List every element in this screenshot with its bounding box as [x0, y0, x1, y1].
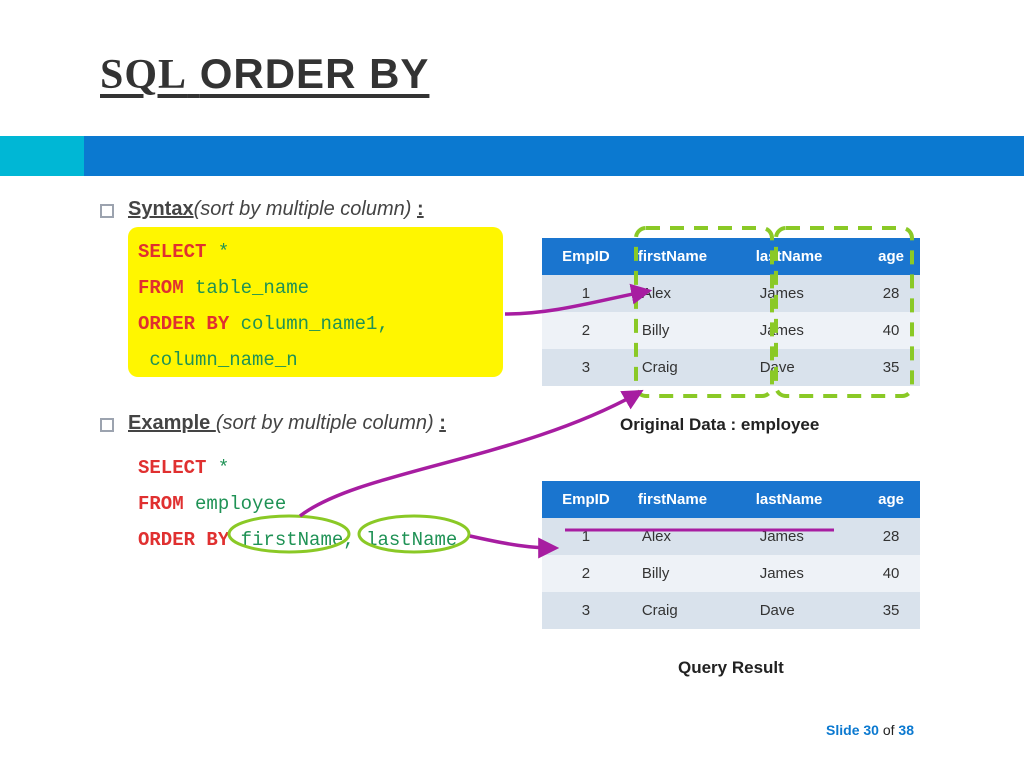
result-header-empid: EmpID	[542, 481, 630, 518]
result-header-lastname: lastName	[748, 481, 862, 518]
result-table-caption: Query Result	[678, 658, 784, 678]
title-divider-blue	[0, 136, 1024, 176]
original-cell: 40	[862, 312, 920, 349]
code-id-star: *	[218, 241, 229, 263]
original-cell: James	[748, 275, 862, 312]
title-rest: ORDER BY	[200, 50, 430, 97]
code-id-table: table_name	[195, 277, 309, 299]
original-header-age: age	[862, 238, 920, 275]
result-cell: James	[748, 518, 862, 555]
syntax-heading-bold: Syntax	[128, 198, 194, 220]
example-code: SELECT * FROM employee ORDER BY firstNam…	[138, 450, 457, 558]
original-header-empid: EmpID	[542, 238, 630, 275]
original-row: 2BillyJames40	[542, 312, 920, 349]
example-heading-row: Example (sort by multiple column) :	[100, 412, 446, 435]
result-cell: Craig	[630, 592, 748, 629]
result-header-firstname: firstName	[630, 481, 748, 518]
result-header-age: age	[862, 481, 920, 518]
syntax-heading-colon: :	[417, 198, 424, 220]
original-cell: 35	[862, 349, 920, 386]
ex-kw-select: SELECT	[138, 457, 218, 479]
example-heading-italic: (sort by multiple column)	[216, 412, 439, 434]
syntax-heading-italic: (sort by multiple column)	[194, 198, 417, 220]
code-id-coln: column_name_n	[138, 349, 298, 371]
ex-id-firstname: firstName	[241, 529, 344, 551]
original-cell: Billy	[630, 312, 748, 349]
ex-kw-from: FROM	[138, 493, 195, 515]
footer-total: 38	[898, 722, 914, 738]
page-number: Slide 30 of 38	[826, 722, 914, 738]
example-heading: Example (sort by multiple column) :	[128, 412, 446, 435]
title-prefix: SQL	[100, 52, 187, 98]
original-data-table: EmpIDfirstNamelastNameage1AlexJames282Bi…	[542, 238, 920, 386]
query-result-table: EmpIDfirstNamelastNameage1AlexJames282Bi…	[542, 481, 920, 629]
bullet-example	[100, 418, 114, 432]
result-cell: 40	[862, 555, 920, 592]
original-row: 3CraigDave35	[542, 349, 920, 386]
result-row: 1AlexJames28	[542, 518, 920, 555]
original-cell: Dave	[748, 349, 862, 386]
example-heading-bold: Example	[128, 412, 216, 434]
result-cell: 1	[542, 518, 630, 555]
syntax-code: SELECT * FROM table_name ORDER BY column…	[138, 234, 389, 378]
footer-of: of	[879, 722, 898, 738]
ex-id-employee: employee	[195, 493, 286, 515]
code-id-col1: column_name1,	[241, 313, 389, 335]
original-cell: 28	[862, 275, 920, 312]
original-header-firstname: firstName	[630, 238, 748, 275]
original-cell: 2	[542, 312, 630, 349]
page-title: SQL ORDER BY	[100, 50, 429, 99]
result-cell: Alex	[630, 518, 748, 555]
result-cell: Billy	[630, 555, 748, 592]
original-cell: James	[748, 312, 862, 349]
result-cell: 35	[862, 592, 920, 629]
syntax-heading-row: Syntax(sort by multiple column) :	[100, 198, 424, 221]
original-cell: Alex	[630, 275, 748, 312]
result-row: 3CraigDave35	[542, 592, 920, 629]
code-kw-from: FROM	[138, 277, 195, 299]
syntax-heading: Syntax(sort by multiple column) :	[128, 198, 424, 221]
title-divider-cyan	[0, 136, 84, 176]
code-kw-orderby: ORDER BY	[138, 313, 241, 335]
example-heading-colon: :	[439, 412, 446, 434]
ex-id-lastname: lastName	[366, 529, 457, 551]
slide: SQL ORDER BY Syntax(sort by multiple col…	[0, 0, 1024, 768]
result-cell: James	[748, 555, 862, 592]
ex-sep: ,	[343, 529, 366, 551]
code-kw-select: SELECT	[138, 241, 218, 263]
result-row: 2BillyJames40	[542, 555, 920, 592]
footer-slide: Slide 30	[826, 722, 879, 738]
result-cell: 3	[542, 592, 630, 629]
original-cell: 1	[542, 275, 630, 312]
bullet-syntax	[100, 204, 114, 218]
ex-kw-orderby: ORDER BY	[138, 529, 241, 551]
original-table-caption: Original Data : employee	[620, 415, 819, 435]
original-header-lastname: lastName	[748, 238, 862, 275]
original-row: 1AlexJames28	[542, 275, 920, 312]
result-cell: 28	[862, 518, 920, 555]
result-cell: Dave	[748, 592, 862, 629]
original-cell: 3	[542, 349, 630, 386]
original-cell: Craig	[630, 349, 748, 386]
ex-id-star: *	[218, 457, 229, 479]
result-cell: 2	[542, 555, 630, 592]
